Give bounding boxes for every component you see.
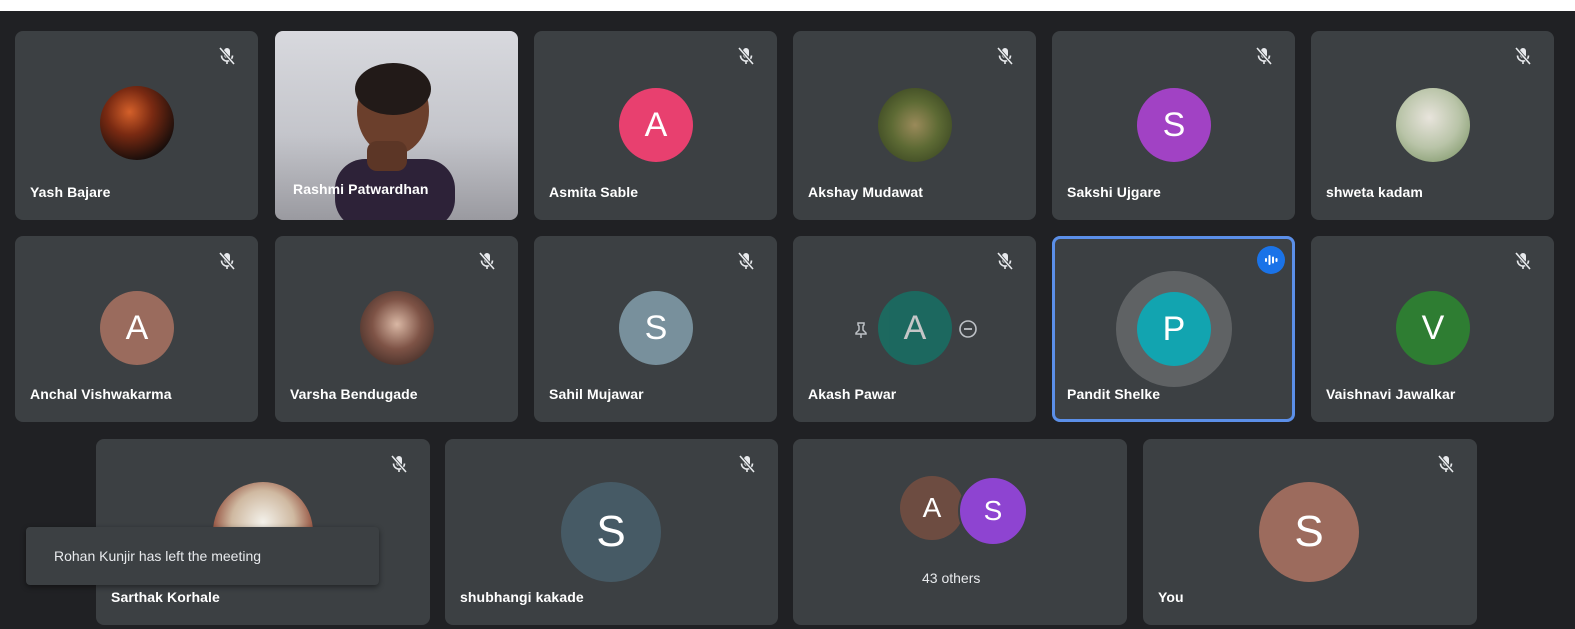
participant-name: Asmita Sable — [549, 184, 639, 200]
avatar: A — [619, 88, 693, 162]
mic-off-icon — [390, 454, 408, 474]
participant-tile[interactable]: S Sakshi Ujgare — [1052, 31, 1295, 220]
mic-off-icon — [1514, 251, 1532, 271]
mic-off-icon — [996, 251, 1014, 271]
mic-off-icon — [1514, 46, 1532, 66]
mic-off-icon — [1437, 454, 1455, 474]
avatar: A — [878, 291, 952, 365]
participant-tile[interactable]: V Vaishnavi Jawalkar — [1311, 236, 1554, 422]
participant-tile-speaking[interactable]: P Pandit Shelke — [1052, 236, 1295, 422]
top-bar — [0, 0, 1575, 11]
participant-tile[interactable]: S Sahil Mujawar — [534, 236, 777, 422]
participant-name: shubhangi kakade — [460, 589, 584, 605]
avatar: P — [1137, 292, 1211, 366]
avatar: S — [1259, 482, 1359, 582]
mic-off-icon — [1255, 46, 1273, 66]
avatar-photo — [100, 86, 174, 160]
participant-name: Rashmi Patwardhan — [293, 181, 429, 197]
mic-off-icon — [737, 251, 755, 271]
mic-off-icon — [218, 251, 236, 271]
participant-name: Varsha Bendugade — [290, 386, 418, 402]
participant-tile[interactable]: A Anchal Vishwakarma — [15, 236, 258, 422]
participant-tile[interactable]: S shubhangi kakade — [445, 439, 778, 625]
pin-icon[interactable] — [851, 320, 871, 340]
participant-name: Sahil Mujawar — [549, 386, 644, 402]
mic-off-icon — [996, 46, 1014, 66]
others-count: 43 others — [922, 570, 981, 586]
mic-off-icon — [737, 46, 755, 66]
avatar-photo — [878, 88, 952, 162]
participant-tile[interactable]: Rashmi Patwardhan — [275, 31, 518, 220]
notification-toast: Rohan Kunjir has left the meeting — [26, 527, 379, 585]
avatar-photo — [360, 291, 434, 365]
avatar: A — [900, 476, 964, 540]
participant-name: Anchal Vishwakarma — [30, 386, 172, 402]
speaking-indicator-icon — [1257, 246, 1285, 274]
participant-name: You — [1158, 589, 1184, 605]
notification-text: Rohan Kunjir has left the meeting — [54, 548, 262, 564]
participant-tile[interactable]: A Akash Pawar — [793, 236, 1036, 422]
mic-off-icon — [738, 454, 756, 474]
participant-name: Sakshi Ujgare — [1067, 184, 1161, 200]
participant-tile[interactable]: A Asmita Sable — [534, 31, 777, 220]
participant-tile[interactable]: shweta kadam — [1311, 31, 1554, 220]
participant-name: shweta kadam — [1326, 184, 1423, 200]
participant-tile[interactable]: Varsha Bendugade — [275, 236, 518, 422]
avatar: S — [1137, 88, 1211, 162]
mic-off-icon — [478, 251, 496, 271]
remove-icon[interactable] — [957, 318, 979, 340]
participant-name: Akshay Mudawat — [808, 184, 923, 200]
participant-name: Vaishnavi Jawalkar — [1326, 386, 1456, 402]
participant-tile[interactable]: Yash Bajare — [15, 31, 258, 220]
avatar: S — [619, 291, 693, 365]
others-tile[interactable]: A S 43 others — [793, 439, 1127, 625]
mic-off-icon — [218, 46, 236, 66]
participant-tile[interactable]: Akshay Mudawat — [793, 31, 1036, 220]
participant-name: Akash Pawar — [808, 386, 897, 402]
avatar: S — [958, 476, 1028, 546]
participant-name: Pandit Shelke — [1067, 386, 1161, 402]
avatar-photo — [1396, 88, 1470, 162]
participant-tile-self[interactable]: S You — [1143, 439, 1477, 625]
avatar: A — [100, 291, 174, 365]
participant-name: Yash Bajare — [30, 184, 111, 200]
avatar: V — [1396, 291, 1470, 365]
avatar: S — [561, 482, 661, 582]
participant-name: Sarthak Korhale — [111, 589, 220, 605]
